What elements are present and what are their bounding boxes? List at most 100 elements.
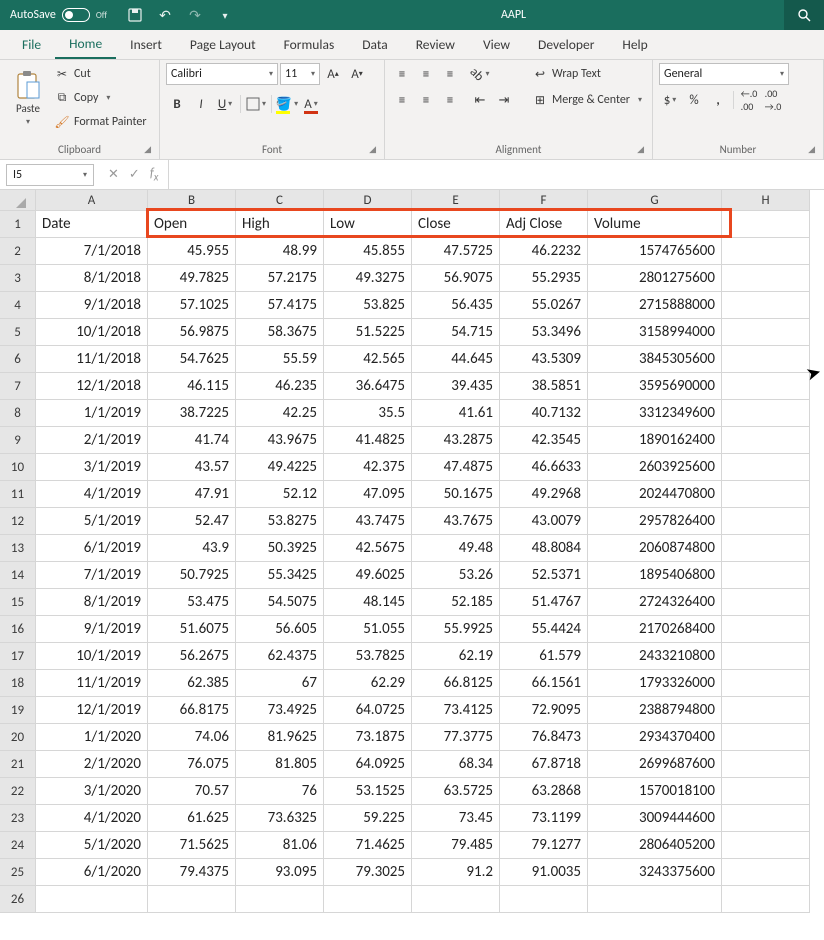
table-header-cell[interactable]: Date	[36, 211, 148, 238]
table-cell[interactable]: 56.605	[236, 616, 324, 643]
table-cell[interactable]: 4/1/2019	[36, 481, 148, 508]
table-cell[interactable]	[722, 670, 810, 697]
tab-home[interactable]: Home	[55, 30, 116, 59]
table-cell[interactable]: 53.1525	[324, 778, 412, 805]
table-cell[interactable]: 2699687600	[588, 751, 722, 778]
table-cell[interactable]: 47.5725	[412, 238, 500, 265]
table-cell[interactable]	[722, 373, 810, 400]
row-header[interactable]: 15	[0, 589, 36, 616]
font-size-select[interactable]: 11▾	[280, 63, 320, 85]
table-cell[interactable]: 64.0925	[324, 751, 412, 778]
table-cell[interactable]: 8/1/2019	[36, 589, 148, 616]
table-cell[interactable]: 62.19	[412, 643, 500, 670]
cut-button[interactable]: ✂Cut	[54, 63, 147, 85]
alignment-launcher-icon[interactable]: ◢	[637, 144, 644, 155]
table-cell[interactable]: 42.565	[324, 346, 412, 373]
table-cell[interactable]: 44.645	[412, 346, 500, 373]
table-cell[interactable]: 62.385	[148, 670, 236, 697]
table-cell[interactable]: 71.5625	[148, 832, 236, 859]
table-cell[interactable]	[722, 481, 810, 508]
percent-format-button[interactable]: %	[683, 89, 705, 111]
table-cell[interactable]: 42.3545	[500, 427, 588, 454]
table-cell[interactable]: 3158994000	[588, 319, 722, 346]
table-cell[interactable]: 70.57	[148, 778, 236, 805]
table-cell[interactable]: 2170268400	[588, 616, 722, 643]
table-cell[interactable]: 1574765600	[588, 238, 722, 265]
clipboard-launcher-icon[interactable]: ◢	[144, 144, 151, 155]
align-bottom-icon[interactable]: ≡	[439, 63, 461, 85]
table-cell[interactable]: 43.2875	[412, 427, 500, 454]
table-cell[interactable]: 49.7825	[148, 265, 236, 292]
table-cell[interactable]: 61.579	[500, 643, 588, 670]
table-cell[interactable]: 48.99	[236, 238, 324, 265]
increase-indent-icon[interactable]: ⇥	[493, 89, 515, 111]
column-header[interactable]: A	[36, 190, 148, 211]
enter-formula-icon[interactable]: ✓	[129, 167, 140, 182]
table-cell[interactable]: 91.0035	[500, 859, 588, 886]
spreadsheet-grid[interactable]: ABCDEFGH1DateOpenHighLowCloseAdj CloseVo…	[0, 190, 824, 913]
column-header[interactable]: C	[236, 190, 324, 211]
table-cell[interactable]: 76.8473	[500, 724, 588, 751]
table-cell[interactable]: 66.8125	[412, 670, 500, 697]
table-cell[interactable]: 48.145	[324, 589, 412, 616]
table-cell[interactable]: 49.48	[412, 535, 500, 562]
table-cell[interactable]: 68.34	[412, 751, 500, 778]
table-cell[interactable]: 12/1/2018	[36, 373, 148, 400]
table-cell[interactable]	[236, 886, 324, 913]
table-cell[interactable]: 2934370400	[588, 724, 722, 751]
table-cell[interactable]: 47.91	[148, 481, 236, 508]
table-cell[interactable]: 2/1/2020	[36, 751, 148, 778]
table-cell[interactable]: 2957826400	[588, 508, 722, 535]
row-header[interactable]: 11	[0, 481, 36, 508]
cancel-formula-icon[interactable]: ✕	[108, 167, 119, 182]
row-header[interactable]: 3	[0, 265, 36, 292]
table-cell[interactable]: 79.485	[412, 832, 500, 859]
table-cell[interactable]: 2724326400	[588, 589, 722, 616]
table-cell[interactable]: 79.1277	[500, 832, 588, 859]
table-cell[interactable]: 42.5675	[324, 535, 412, 562]
table-cell[interactable]: 54.7625	[148, 346, 236, 373]
tab-developer[interactable]: Developer	[524, 30, 608, 59]
increase-decimal-icon[interactable]: ←.0.00	[738, 89, 760, 111]
table-header-cell[interactable]: Low	[324, 211, 412, 238]
tab-formulas[interactable]: Formulas	[270, 30, 349, 59]
column-header[interactable]: B	[148, 190, 236, 211]
table-header-cell[interactable]: Close	[412, 211, 500, 238]
table-cell[interactable]: 81.9625	[236, 724, 324, 751]
table-cell[interactable]	[722, 805, 810, 832]
table-cell[interactable]	[722, 346, 810, 373]
table-cell[interactable]: 50.1675	[412, 481, 500, 508]
table-cell[interactable]: 39.435	[412, 373, 500, 400]
table-cell[interactable]: 63.2868	[500, 778, 588, 805]
table-cell[interactable]: 38.7225	[148, 400, 236, 427]
table-header-cell[interactable]: Volume	[588, 211, 722, 238]
table-cell[interactable]: 45.855	[324, 238, 412, 265]
table-cell[interactable]	[722, 724, 810, 751]
table-cell[interactable]	[722, 319, 810, 346]
column-header[interactable]: G	[588, 190, 722, 211]
copy-button[interactable]: ⧉Copy▾	[54, 87, 147, 109]
table-cell[interactable]: 55.3425	[236, 562, 324, 589]
table-cell[interactable]: 56.9075	[412, 265, 500, 292]
table-cell[interactable]: 10/1/2018	[36, 319, 148, 346]
table-cell[interactable]: 53.475	[148, 589, 236, 616]
align-center-icon[interactable]: ≡	[415, 89, 437, 111]
table-cell[interactable]	[588, 886, 722, 913]
table-cell[interactable]: 3595690000	[588, 373, 722, 400]
row-header[interactable]: 24	[0, 832, 36, 859]
table-cell[interactable]	[722, 535, 810, 562]
table-cell[interactable]: 1890162400	[588, 427, 722, 454]
table-cell[interactable]: 51.055	[324, 616, 412, 643]
redo-icon[interactable]: ↷	[187, 7, 203, 23]
table-cell[interactable]: 3312349600	[588, 400, 722, 427]
table-cell[interactable]: 67	[236, 670, 324, 697]
table-cell[interactable]: 53.7825	[324, 643, 412, 670]
font-launcher-icon[interactable]: ◢	[369, 144, 376, 155]
table-cell[interactable]: 47.095	[324, 481, 412, 508]
row-header[interactable]: 4	[0, 292, 36, 319]
decrease-indent-icon[interactable]: ⇤	[469, 89, 491, 111]
table-cell[interactable]: 56.435	[412, 292, 500, 319]
row-header[interactable]: 20	[0, 724, 36, 751]
table-cell[interactable]: 2806405200	[588, 832, 722, 859]
table-cell[interactable]: 46.2232	[500, 238, 588, 265]
